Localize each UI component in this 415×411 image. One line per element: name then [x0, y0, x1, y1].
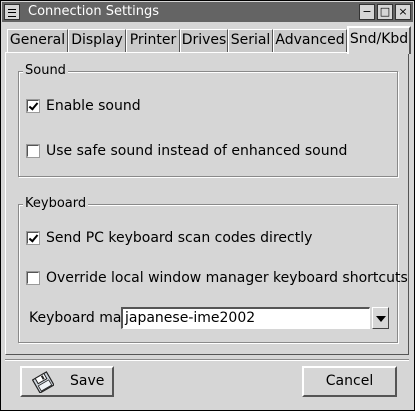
close-button[interactable]: ×: [395, 4, 411, 20]
tab-general[interactable]: General: [7, 29, 68, 52]
floppy-disk-icon: [32, 371, 54, 393]
tab-advanced[interactable]: Advanced: [273, 29, 347, 52]
window-menu-icon[interactable]: [4, 4, 20, 20]
save-button[interactable]: Save: [20, 366, 114, 397]
window-title: Connection Settings: [28, 4, 160, 19]
keyboard-map-label: Keyboard map: [29, 310, 131, 326]
chevron-down-icon[interactable]: [372, 307, 389, 329]
keyboard-map-combo[interactable]: japanese-ime2002: [121, 307, 389, 329]
tab-display[interactable]: Display: [68, 29, 126, 52]
override-shortcuts-check-icon[interactable]: [26, 271, 40, 285]
connection-settings-window: Connection Settings − □ × General Displa…: [0, 0, 415, 411]
tab-printer[interactable]: Printer: [126, 29, 180, 52]
enable-sound-check-icon[interactable]: [26, 99, 40, 113]
save-label: Save: [70, 373, 105, 389]
title-bar[interactable]: Connection Settings − □ ×: [2, 2, 413, 22]
sound-group-label: Sound: [23, 63, 68, 79]
cancel-button[interactable]: Cancel: [302, 366, 397, 397]
sound-group: Sound: [18, 63, 398, 177]
keyboard-group-label: Keyboard: [23, 196, 89, 212]
maximize-button[interactable]: □: [377, 4, 393, 20]
scan-codes-label: Send PC keyboard scan codes directly: [46, 230, 313, 246]
keyboard-map-field[interactable]: japanese-ime2002: [121, 307, 370, 329]
override-shortcuts-label: Override local window manager keyboard s…: [46, 270, 408, 286]
enable-sound-label: Enable sound: [46, 98, 141, 114]
tab-snd-kbd[interactable]: Snd/Kbd: [347, 26, 411, 54]
tab-drives[interactable]: Drives: [180, 29, 228, 52]
safe-sound-check-icon[interactable]: [26, 144, 40, 158]
bottom-separator: [5, 359, 409, 361]
scan-codes-check-icon[interactable]: [26, 231, 40, 245]
safe-sound-label: Use safe sound instead of enhanced sound: [46, 143, 348, 159]
tab-strip: General Display Printer Drives Serial Ad…: [5, 26, 411, 54]
minimize-button[interactable]: −: [359, 4, 375, 20]
tab-serial[interactable]: Serial: [228, 29, 273, 52]
